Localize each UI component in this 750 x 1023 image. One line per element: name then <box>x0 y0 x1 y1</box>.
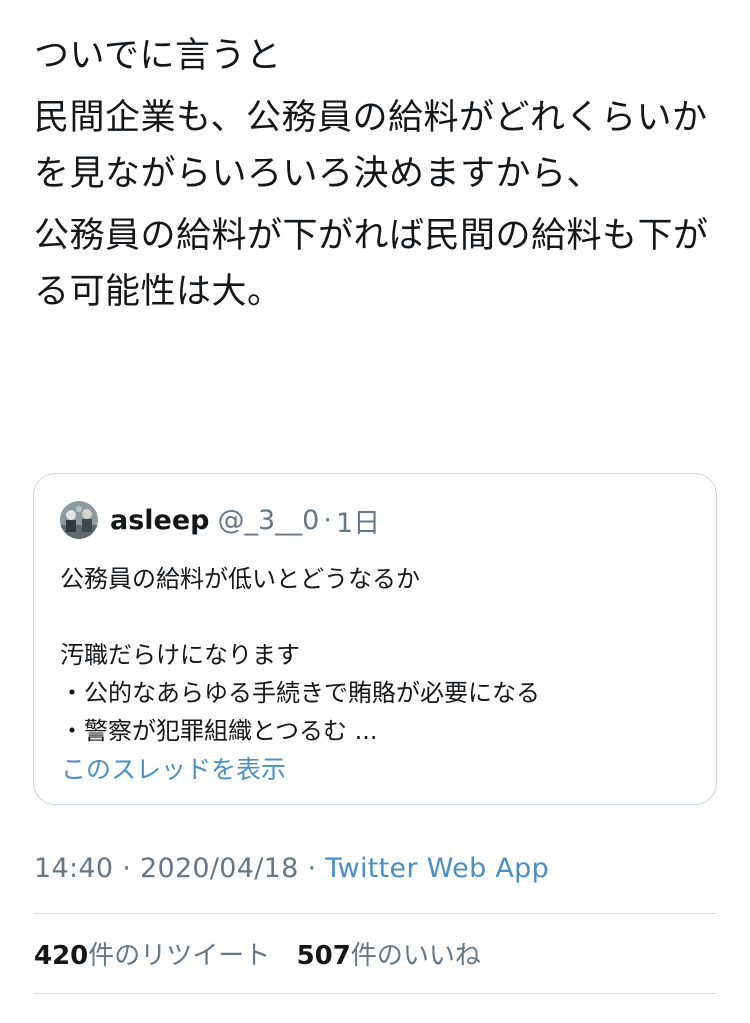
show-thread-link[interactable]: このスレッドを表示 <box>61 750 286 786</box>
quoted-tweet-header: asleep @_3__0 · 1日 <box>60 496 380 544</box>
tweet-paragraph: ついでに言うと <box>34 36 282 76</box>
avatar-image-icon <box>60 501 98 539</box>
tweet-date[interactable]: 2020/04/18 <box>140 853 299 884</box>
quoted-line: ・警察が犯罪組織とつるむ ... <box>60 717 378 745</box>
tweet-time[interactable]: 14:40 <box>34 853 113 884</box>
quoted-line: ・公的なあらゆる手続きで賄賂が必要になる <box>60 679 540 707</box>
quoted-blank-line <box>60 598 690 636</box>
tweet-paragraph: 公務員の給料が下がれば民間の給料も下がる可能性は大。 <box>34 216 709 312</box>
tweet-source-link[interactable]: Twitter Web App <box>325 853 549 884</box>
tweet-paragraph: 民間企業も、公務員の給料がどれくらいかを見ながらいろいろ決めますから、 <box>34 98 708 194</box>
tweet-meta: 14:40 · 2020/04/18 · Twitter Web App <box>34 853 549 884</box>
likes-stat[interactable]: 507件のいいね <box>297 935 481 972</box>
tweet-text: ついでに言うと 民間企業も、公務員の給料がどれくらいかを見ながらいろいろ決めます… <box>34 28 724 326</box>
separator-dot: · <box>122 853 132 884</box>
retweets-label: 件のリツイート <box>88 941 271 971</box>
retweets-stat[interactable]: 420件のリツイート <box>34 935 270 972</box>
quoted-tweet-text: 公務員の給料が低いとどうなるか 汚職だらけになります ・公的なあらゆる手続きで賄… <box>60 560 690 750</box>
tweet-stats: 420件のリツイート 507件のいいね <box>34 935 499 972</box>
separator-dot: · <box>323 504 332 536</box>
divider <box>34 913 717 914</box>
quoted-line: 汚職だらけになります <box>60 641 300 669</box>
tweet-detail: ついでに言うと 民間企業も、公務員の給料がどれくらいかを見ながらいろいろ決めます… <box>0 0 750 1023</box>
retweets-count: 420 <box>34 941 89 971</box>
likes-count: 507 <box>296 941 351 971</box>
quoted-display-name[interactable]: asleep <box>110 505 210 536</box>
quoted-handle[interactable]: @_3__0 <box>218 505 320 536</box>
likes-label: 件のいいね <box>350 941 481 971</box>
separator-dot: · <box>307 853 317 884</box>
quoted-timestamp[interactable]: 1日 <box>336 501 380 540</box>
divider <box>34 993 717 994</box>
quoted-tweet-card[interactable]: asleep @_3__0 · 1日 公務員の給料が低いとどうなるか 汚職だらけ… <box>33 473 717 805</box>
quoted-line: 公務員の給料が低いとどうなるか <box>60 565 420 593</box>
avatar[interactable] <box>60 501 98 539</box>
